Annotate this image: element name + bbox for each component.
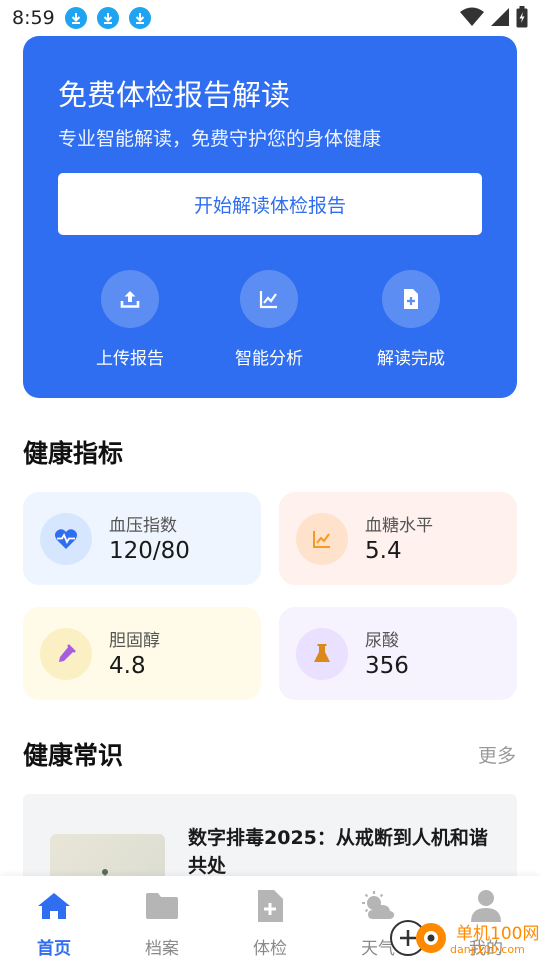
- status-time: 8:59: [12, 7, 55, 29]
- nav-checkup[interactable]: 体检: [216, 876, 324, 960]
- metric-value: 5.4: [365, 538, 402, 564]
- watermark-text: 单机100网: [456, 923, 540, 944]
- metric-value: 356: [365, 653, 409, 679]
- health-knowledge-title: 健康常识: [23, 741, 124, 770]
- battery-icon: [516, 6, 528, 32]
- metric-label: 血糖水平: [365, 516, 433, 536]
- download-icon: [64, 7, 87, 29]
- flask-icon: [296, 628, 348, 680]
- download-icon: [96, 7, 119, 29]
- step-smart-analysis[interactable]: 智能分析: [209, 270, 329, 369]
- home-icon: [36, 888, 72, 924]
- metric-value: 4.8: [109, 653, 146, 679]
- signal-icon: [490, 7, 510, 31]
- report-interpretation-card: 免费体检报告解读 专业智能解读，免费守护您的身体健康 开始解读体检报告 上传报告…: [23, 36, 517, 398]
- article-title: 数字排毒2025：从戒断到人机和谐共处: [188, 827, 488, 877]
- step-label: 解读完成: [377, 349, 445, 369]
- metric-card-uric-acid[interactable]: 尿酸 356: [279, 607, 517, 700]
- nav-archive[interactable]: 档案: [108, 876, 216, 960]
- more-link[interactable]: 更多: [478, 741, 516, 768]
- hero-subtitle: 专业智能解读，免费守护您的身体健康: [58, 128, 382, 150]
- watermark-logo-icon: [388, 918, 450, 960]
- nav-home[interactable]: 首页: [0, 876, 108, 960]
- start-interpretation-button[interactable]: 开始解读体检报告: [58, 173, 482, 235]
- metric-label: 尿酸: [365, 631, 399, 651]
- nav-label: 首页: [37, 939, 71, 959]
- step-interpretation-complete[interactable]: 解读完成: [351, 270, 471, 369]
- step-label: 智能分析: [235, 349, 303, 369]
- metric-value: 120/80: [109, 538, 190, 564]
- step-upload-report[interactable]: 上传报告: [70, 270, 190, 369]
- folder-icon: [144, 888, 180, 924]
- step-label: 上传报告: [96, 349, 164, 369]
- health-metrics-title: 健康指标: [23, 439, 124, 468]
- upload-icon: [101, 270, 159, 328]
- metric-card-blood-pressure[interactable]: 血压指数 120/80: [23, 492, 261, 585]
- dropper-icon: [40, 628, 92, 680]
- download-icon: [128, 7, 151, 29]
- status-indicators: [460, 6, 528, 32]
- nav-label: 档案: [145, 939, 179, 959]
- document-plus-icon: [382, 270, 440, 328]
- line-chart-icon: [296, 513, 348, 565]
- medical-document-icon: [252, 888, 288, 924]
- metric-card-blood-sugar[interactable]: 血糖水平 5.4: [279, 492, 517, 585]
- heartbeat-icon: [40, 513, 92, 565]
- metric-label: 血压指数: [109, 516, 177, 536]
- watermark-domain: danji100.com: [450, 942, 525, 956]
- watermark: 单机100网 danji100.com: [388, 918, 539, 960]
- analysis-chart-icon: [240, 270, 298, 328]
- wifi-icon: [460, 7, 484, 31]
- status-bar: 8:59: [0, 0, 540, 36]
- hero-title: 免费体检报告解读: [58, 78, 291, 112]
- nav-label: 体检: [253, 939, 287, 959]
- metric-label: 胆固醇: [109, 631, 160, 651]
- metric-card-cholesterol[interactable]: 胆固醇 4.8: [23, 607, 261, 700]
